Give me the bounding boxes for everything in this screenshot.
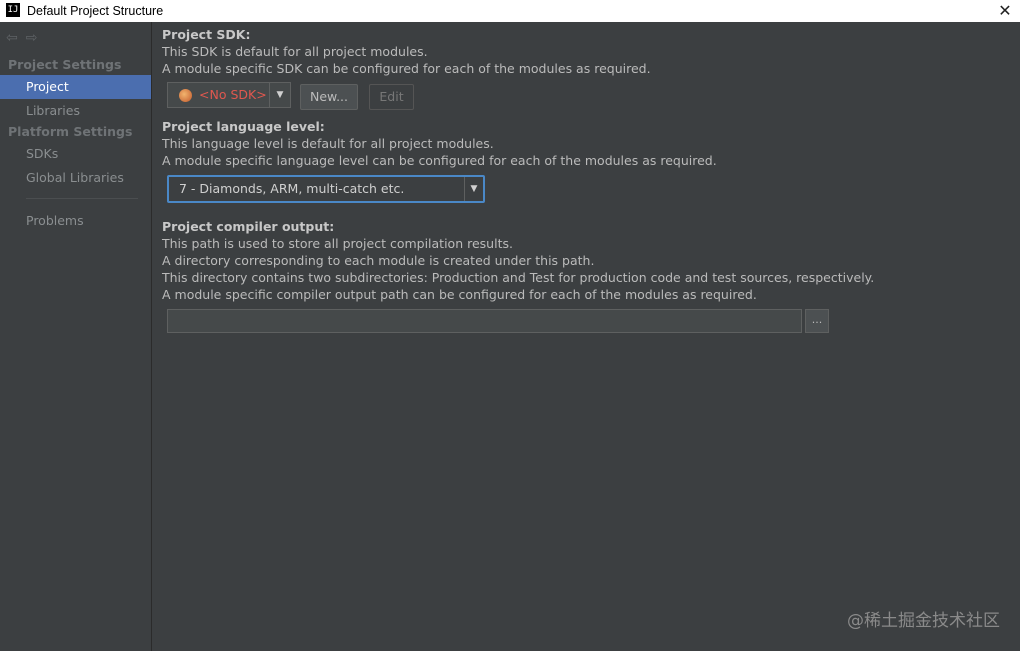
compiler-output-path-input[interactable]	[167, 309, 802, 333]
compiler-output-heading: Project compiler output:	[162, 219, 335, 234]
nav-arrows: ⇦ ⇨	[6, 30, 45, 46]
window-title: Default Project Structure	[27, 4, 164, 18]
sidebar-item-problems[interactable]: Problems	[0, 209, 151, 233]
sdk-description-2: A module specific SDK can be configured …	[162, 61, 651, 76]
language-level-heading: Project language level:	[162, 119, 325, 134]
language-level-value: 7 - Diamonds, ARM, multi-catch etc.	[179, 181, 405, 196]
project-settings-header: Project Settings	[8, 57, 122, 72]
back-arrow-icon[interactable]: ⇦	[6, 30, 18, 46]
new-sdk-button[interactable]: New...	[300, 84, 358, 110]
project-sdk-heading: Project SDK:	[162, 27, 251, 42]
sdk-selected-value: <No SDK>	[199, 87, 267, 102]
browse-button[interactable]: ...	[805, 309, 829, 333]
sidebar: ⇦ ⇨ Project Settings Project Libraries Pl…	[0, 22, 152, 651]
compiler-description-1: This path is used to store all project c…	[162, 236, 513, 251]
sidebar-item-global-libraries[interactable]: Global Libraries	[0, 166, 151, 190]
watermark: @稀土掘金技术社区	[847, 611, 1000, 631]
language-level-dropdown[interactable]: 7 - Diamonds, ARM, multi-catch etc. ▼	[167, 175, 485, 203]
compiler-description-2: A directory corresponding to each module…	[162, 253, 595, 268]
sidebar-item-libraries[interactable]: Libraries	[0, 99, 151, 123]
sidebar-item-sdks[interactable]: SDKs	[0, 142, 151, 166]
main-panel: Project SDK: This SDK is default for all…	[152, 22, 1020, 651]
forward-arrow-icon[interactable]: ⇨	[26, 30, 38, 46]
intellij-app-icon: IJ	[6, 3, 20, 17]
sidebar-item-project[interactable]: Project	[0, 75, 151, 99]
close-icon[interactable]: ✕	[990, 0, 1020, 22]
language-description-2: A module specific language level can be …	[162, 153, 717, 168]
language-description-1: This language level is default for all p…	[162, 136, 494, 151]
title-bar: IJ Default Project Structure ✕	[0, 0, 1020, 22]
chevron-down-icon[interactable]: ▼	[269, 83, 290, 107]
sidebar-divider	[26, 198, 138, 199]
compiler-description-4: A module specific compiler output path c…	[162, 287, 757, 302]
java-sdk-icon	[179, 89, 192, 102]
sdk-description-1: This SDK is default for all project modu…	[162, 44, 428, 59]
compiler-description-3: This directory contains two subdirectori…	[162, 270, 875, 285]
chevron-down-icon[interactable]: ▼	[464, 177, 483, 201]
platform-settings-header: Platform Settings	[8, 124, 133, 139]
edit-sdk-button[interactable]: Edit	[369, 84, 414, 110]
sdk-dropdown[interactable]: <No SDK> ▼	[167, 82, 291, 108]
